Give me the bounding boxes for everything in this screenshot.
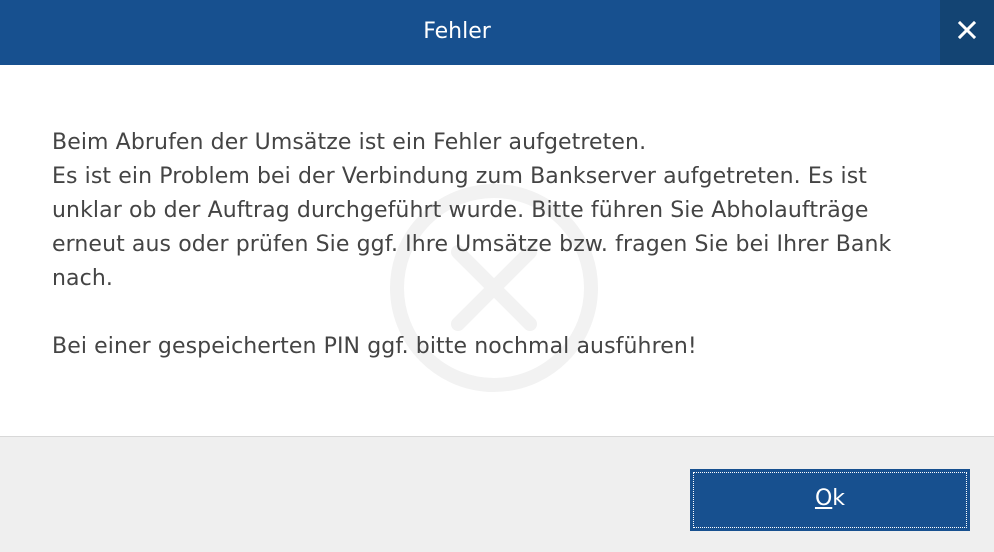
ok-button-label: Ok xyxy=(690,469,970,531)
message-area: Beim Abrufen der Umsätze ist ein Fehler … xyxy=(0,65,994,436)
message-body: Es ist ein Problem bei der Verbindung zu… xyxy=(52,164,892,291)
close-icon xyxy=(957,20,977,40)
error-dialog: Fehler Beim Abrufen der Umsätze ist ein … xyxy=(0,0,994,552)
button-bar: Ok xyxy=(0,436,994,552)
ok-label-rest: k xyxy=(832,486,846,511)
ok-button[interactable]: Ok xyxy=(690,469,970,531)
close-button[interactable] xyxy=(940,0,994,65)
message-hint: Bei einer gespeicherten PIN ggf. bitte n… xyxy=(52,334,697,359)
message-headline: Beim Abrufen der Umsätze ist ein Fehler … xyxy=(52,130,647,155)
dialog-title: Fehler xyxy=(423,19,491,44)
ok-mnemonic: O xyxy=(814,486,833,511)
title-bar: Fehler xyxy=(0,0,994,65)
error-message: Beim Abrufen der Umsätze ist ein Fehler … xyxy=(52,126,932,364)
